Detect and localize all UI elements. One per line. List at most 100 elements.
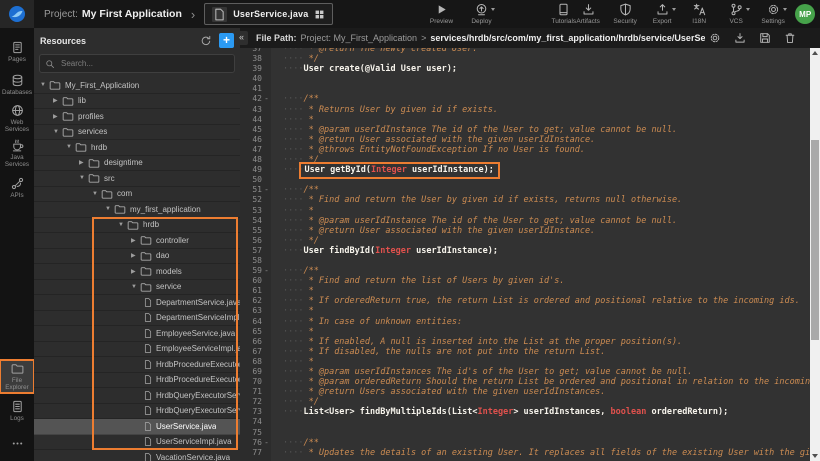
wavemaker-logo[interactable] — [0, 0, 34, 28]
download-file-icon[interactable] — [734, 32, 746, 44]
tree-item-label: EmployeeService.java — [156, 329, 235, 338]
line-number: 76 — [240, 438, 262, 448]
toolbar-button-security[interactable]: Security — [613, 3, 637, 25]
tree-item-hrdbqueryexecutorservice-java[interactable]: HrdbQueryExecutorService.java — [34, 388, 240, 404]
tree-item-departmentservice-java[interactable]: DepartmentService.java — [34, 295, 240, 311]
rail-item-java-services[interactable]: Java Services — [0, 137, 34, 170]
editor-scrollbar[interactable] — [810, 48, 820, 461]
fold-gutter — [262, 317, 271, 327]
chevron-right-icon[interactable]: ▶ — [131, 237, 140, 244]
tree-item-com[interactable]: ▼com — [34, 187, 240, 203]
fold-marker-icon[interactable]: - — [262, 94, 271, 104]
caret-down-icon — [746, 8, 750, 11]
chevron-right-icon[interactable]: ▶ — [53, 97, 62, 104]
toolbar-button-vcs[interactable]: VCS — [724, 3, 748, 25]
tree-item-hrdb[interactable]: ▼hrdb — [34, 218, 240, 234]
fold-gutter — [262, 407, 271, 417]
toolbar-button-artifacts[interactable]: Artifacts — [576, 3, 600, 25]
folder-icon — [114, 204, 126, 214]
tree-item-profiles[interactable]: ▶ profiles — [34, 109, 240, 125]
code-text: ···· * @param userIdInstance The id of t… — [271, 125, 677, 135]
code-line: 46···· * @return User associated with th… — [240, 135, 820, 145]
line-number: 66 — [240, 337, 262, 347]
tree-item-label: my_first_application — [130, 205, 201, 214]
tree-item-label: EmployeeServiceImpl.java — [156, 344, 240, 353]
tree-item-my-first-application[interactable]: ▼ my_first_application — [34, 202, 240, 218]
delete-icon[interactable] — [784, 32, 796, 44]
collapse-panel-button[interactable]: « — [235, 31, 248, 45]
scroll-up-arrow-icon[interactable] — [810, 48, 820, 58]
download-icon — [582, 3, 595, 16]
resources-search[interactable] — [39, 54, 235, 73]
chevron-down-icon[interactable]: ▼ — [66, 144, 75, 150]
chevron-right-icon[interactable]: ▶ — [131, 268, 140, 275]
code-area[interactable]: 37···· * @return The newly created User.… — [240, 48, 820, 461]
rail-item-more[interactable] — [0, 428, 34, 459]
tree-item-vacationservice-java[interactable]: VacationService.java — [34, 450, 240, 461]
avatar[interactable]: MP — [795, 4, 815, 24]
toolbar-button-preview[interactable]: Preview — [429, 3, 453, 25]
chevron-down-icon[interactable]: ▼ — [53, 129, 62, 135]
folder-icon — [140, 235, 152, 245]
fold-marker-icon[interactable]: - — [262, 185, 271, 195]
tree-item-userservice-java[interactable]: UserService.java — [34, 419, 240, 435]
tree-item-hrdb[interactable]: ▼hrdb — [34, 140, 240, 156]
grid-icon[interactable] — [314, 9, 325, 20]
save-icon[interactable] — [759, 32, 771, 44]
code-text: ····/** — [271, 185, 319, 195]
tree-item-service[interactable]: ▼service — [34, 280, 240, 296]
toolbar-button-tutorials[interactable]: Tutorials — [551, 3, 576, 25]
tree-item-employeeservice-java[interactable]: EmployeeService.java — [34, 326, 240, 342]
tree-item-hrdbprocedureexecutorservice-java[interactable]: HrdbProcedureExecutorService.java — [34, 357, 240, 373]
rail-item-file-explorer[interactable]: File Explorer — [0, 360, 34, 393]
tree-item-label: profiles — [78, 112, 104, 121]
tree-item-userserviceimpl-java[interactable]: UserServiceImpl.java — [34, 435, 240, 451]
search-input[interactable] — [59, 58, 229, 69]
rail-item-logs[interactable]: Logs — [0, 395, 34, 426]
line-number: 39 — [240, 64, 262, 74]
tree-item-controller[interactable]: ▶controller — [34, 233, 240, 249]
rail-item-apis[interactable]: APIs — [0, 172, 34, 203]
project-label: Project: — [44, 9, 78, 20]
chevron-down-icon[interactable]: ▼ — [118, 222, 127, 228]
rail-item-web-services[interactable]: Web Services — [0, 102, 34, 135]
fold-gutter — [262, 145, 271, 155]
fold-marker-icon[interactable]: - — [262, 438, 271, 448]
chevron-down-icon[interactable]: ▼ — [105, 206, 114, 212]
settings-icon[interactable] — [709, 32, 721, 44]
tree-item-models[interactable]: ▶models — [34, 264, 240, 280]
code-text: ···· * — [271, 306, 314, 316]
tree-item-hrdbqueryexecutorserviceimpl-java[interactable]: HrdbQueryExecutorServiceImpl.java — [34, 404, 240, 420]
refresh-icon[interactable] — [200, 35, 212, 47]
tree-item-employeeserviceimpl-java[interactable]: EmployeeServiceImpl.java — [34, 342, 240, 358]
chevron-down-icon[interactable]: ▼ — [131, 284, 140, 290]
scroll-down-arrow-icon[interactable] — [810, 451, 820, 461]
tree-item-dao[interactable]: ▶dao — [34, 249, 240, 265]
tree-item-src[interactable]: ▼src — [34, 171, 240, 187]
chevron-right-icon[interactable]: ▶ — [131, 252, 140, 259]
tree-item-my-first-application[interactable]: ▼My_First_Application — [34, 78, 240, 94]
tree-item-departmentserviceimpl-java[interactable]: DepartmentServiceImpl.java — [34, 311, 240, 327]
add-resource-button[interactable]: + — [219, 33, 234, 48]
active-file-tab[interactable]: UserService.java — [204, 3, 333, 25]
tree-item-designtime[interactable]: ▶designtime — [34, 156, 240, 172]
toolbar-button-export[interactable]: Export — [650, 3, 674, 25]
tree-item-lib[interactable]: ▶lib — [34, 94, 240, 110]
chevron-right-icon[interactable]: ▶ — [53, 113, 62, 120]
chevron-down-icon[interactable]: ▼ — [92, 191, 101, 197]
toolbar-button-settings[interactable]: Settings — [761, 3, 785, 25]
chevron-right-icon[interactable]: ▶ — [79, 159, 88, 166]
code-text: ····User findById(Integer userIdInstance… — [271, 246, 498, 256]
rail-item-pages[interactable]: Pages — [0, 36, 34, 67]
tree-item-hrdbprocedureexecutorserviceimpl-java[interactable]: HrdbProcedureExecutorServiceImpl.java — [34, 373, 240, 389]
toolbar-button-deploy[interactable]: Deploy — [469, 3, 493, 25]
tree-item-services[interactable]: ▼services — [34, 125, 240, 141]
line-number: 46 — [240, 135, 262, 145]
chevron-down-icon[interactable]: ▼ — [79, 175, 88, 181]
logo-icon — [8, 5, 26, 23]
toolbar-button-i18n[interactable]: I18N — [687, 3, 711, 25]
chevron-down-icon[interactable]: ▼ — [40, 82, 49, 88]
rail-item-databases[interactable]: Databases — [0, 69, 34, 100]
fold-marker-icon[interactable]: - — [262, 266, 271, 276]
scrollbar-thumb[interactable] — [811, 140, 819, 340]
